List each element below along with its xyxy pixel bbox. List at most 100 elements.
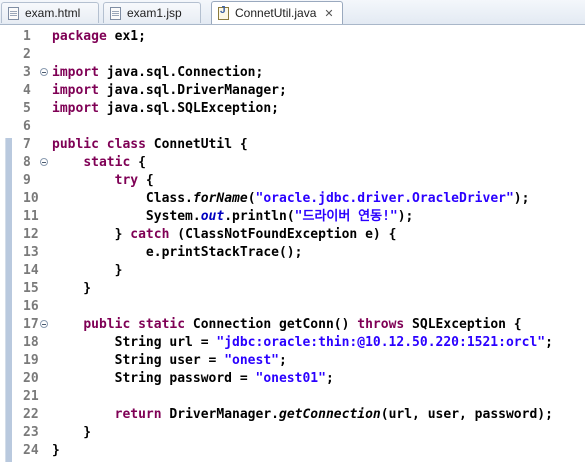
code-token: System. (52, 209, 201, 224)
tab-label: ConnetUtil.java (235, 6, 317, 20)
code-line[interactable]: 1 package ex1; (11, 28, 585, 46)
code-line[interactable]: 6 (11, 118, 585, 136)
code-token: .println( (224, 209, 295, 224)
code-token: String password = (52, 371, 256, 386)
code-line[interactable]: 19 String user = "onest"; (11, 352, 585, 370)
code-editor[interactable]: 1 package ex1; 2 3 import java.sql.Connectio… (11, 25, 585, 464)
code-line[interactable]: 13 e.printStackTrace(); (11, 244, 585, 262)
close-icon[interactable]: ✕ (324, 7, 333, 20)
fold-collapse-icon[interactable] (40, 158, 48, 166)
code-line[interactable]: 24} (11, 442, 585, 460)
keyword-token: static (83, 155, 131, 170)
code-text: } (52, 442, 60, 460)
code-text: String password = "onest01"; (52, 370, 334, 388)
line-number: 13 (23, 245, 39, 260)
code-text: return DriverManager.getConnection(url, … (52, 406, 553, 424)
line-number: 15 (23, 281, 39, 296)
code-token: Connection getConn() (185, 317, 358, 332)
code-text: } catch (ClassNotFoundException e) { (52, 226, 397, 244)
code-text: import java.sql.Connection; (52, 64, 263, 82)
tab-connetutil-java[interactable]: ConnetUtil.java ✕ (211, 1, 343, 24)
code-line[interactable]: 22 return DriverManager.getConnection(ur… (11, 406, 585, 424)
code-line[interactable]: 4 import java.sql.DriverManager; (11, 82, 585, 100)
code-line[interactable]: 7 public class ConnetUtil { (11, 136, 585, 154)
code-text: package ex1; (52, 28, 146, 46)
code-line[interactable]: 16 (11, 298, 585, 316)
keyword-token: package (52, 29, 107, 44)
line-number: 20 (23, 371, 39, 386)
line-number: 19 (23, 353, 39, 368)
code-line[interactable]: 12 } catch (ClassNotFoundException e) { (11, 226, 585, 244)
code-token: java.sql.DriverManager; (98, 83, 287, 98)
code-token: (url, user, password); (380, 407, 553, 422)
keyword-token: class (106, 137, 146, 152)
tab-exam1-jsp[interactable]: exam1.jsp (103, 2, 201, 23)
code-token: } (52, 263, 123, 278)
code-line[interactable]: 8 static { (11, 154, 585, 172)
code-token: { (138, 173, 154, 188)
string-token: "jdbc:oracle:thin:@10.12.50.220:1521:orc… (216, 335, 546, 350)
line-number: 2 (23, 47, 31, 62)
code-token: ; (278, 353, 287, 368)
code-line[interactable]: 9 try { (11, 172, 585, 190)
code-token: (ClassNotFoundException e) { (169, 227, 397, 242)
code-token: ); (397, 209, 414, 224)
tab-label: exam1.jsp (127, 6, 182, 20)
line-number: 23 (23, 425, 39, 440)
code-token: ); (513, 191, 530, 206)
code-line[interactable]: 23 } (11, 424, 585, 442)
code-token: { (130, 155, 146, 170)
code-line[interactable]: 5 import java.sql.SQLException; (11, 100, 585, 118)
keyword-token: import (52, 101, 99, 116)
code-token: SQLException { (404, 317, 522, 332)
code-line[interactable]: 3 import java.sql.Connection; (11, 64, 585, 82)
code-token: DriverManager. (161, 407, 279, 422)
tab-exam-html[interactable]: exam.html (1, 2, 99, 23)
keyword-token: try (114, 173, 139, 188)
keyword-token: return (114, 407, 162, 422)
line-number: 4 (23, 83, 31, 98)
line-number: 24 (23, 443, 39, 458)
code-text: String user = "onest"; (52, 352, 287, 370)
keyword-token: public (52, 137, 99, 152)
code-line[interactable]: 17 public static Connection getConn() th… (11, 316, 585, 334)
code-token: java.sql.Connection; (98, 65, 264, 80)
line-number: 6 (23, 119, 31, 134)
fold-collapse-icon[interactable] (40, 320, 48, 328)
keyword-token: catch (130, 227, 170, 242)
line-number: 5 (23, 101, 31, 116)
line-number: 12 (23, 227, 39, 242)
code-text: Class.forName("oracle.jdbc.driver.Oracle… (52, 190, 530, 208)
code-line[interactable]: 11 System.out.println("드라이버 연동!"); (11, 208, 585, 226)
code-line[interactable]: 21 (11, 388, 585, 406)
code-token: forName (192, 191, 248, 206)
line-number: 21 (23, 389, 39, 404)
code-text: } (52, 280, 91, 298)
code-line[interactable]: 2 (11, 46, 585, 64)
code-text: try { (52, 172, 154, 190)
code-line[interactable]: 18 String url = "jdbc:oracle:thin:@10.12… (11, 334, 585, 352)
code-token: } (52, 425, 92, 440)
code-token: out (200, 209, 225, 224)
code-token: java.sql.SQLException; (98, 101, 279, 116)
keyword-token: static (138, 317, 186, 332)
string-token: "드라이버 연동!" (294, 209, 398, 224)
keyword-token: import (52, 65, 99, 80)
code-line[interactable]: 10 Class.forName("oracle.jdbc.driver.Ora… (11, 190, 585, 208)
code-token: ( (247, 191, 256, 206)
code-line[interactable]: 14 } (11, 262, 585, 280)
string-token: "oracle.jdbc.driver.OracleDriver" (255, 191, 514, 206)
code-line[interactable]: 20 String password = "onest01"; (11, 370, 585, 388)
code-line[interactable]: 15 } (11, 280, 585, 298)
code-text: } (52, 262, 123, 280)
jsp-file-icon (110, 6, 121, 20)
line-number: 10 (23, 191, 39, 206)
line-number: 14 (23, 263, 39, 278)
code-token: ex1; (106, 29, 146, 44)
editor-tab-bar: exam.html exam1.jsp ConnetUtil.java ✕ (0, 0, 585, 25)
fold-collapse-icon[interactable] (40, 68, 48, 76)
